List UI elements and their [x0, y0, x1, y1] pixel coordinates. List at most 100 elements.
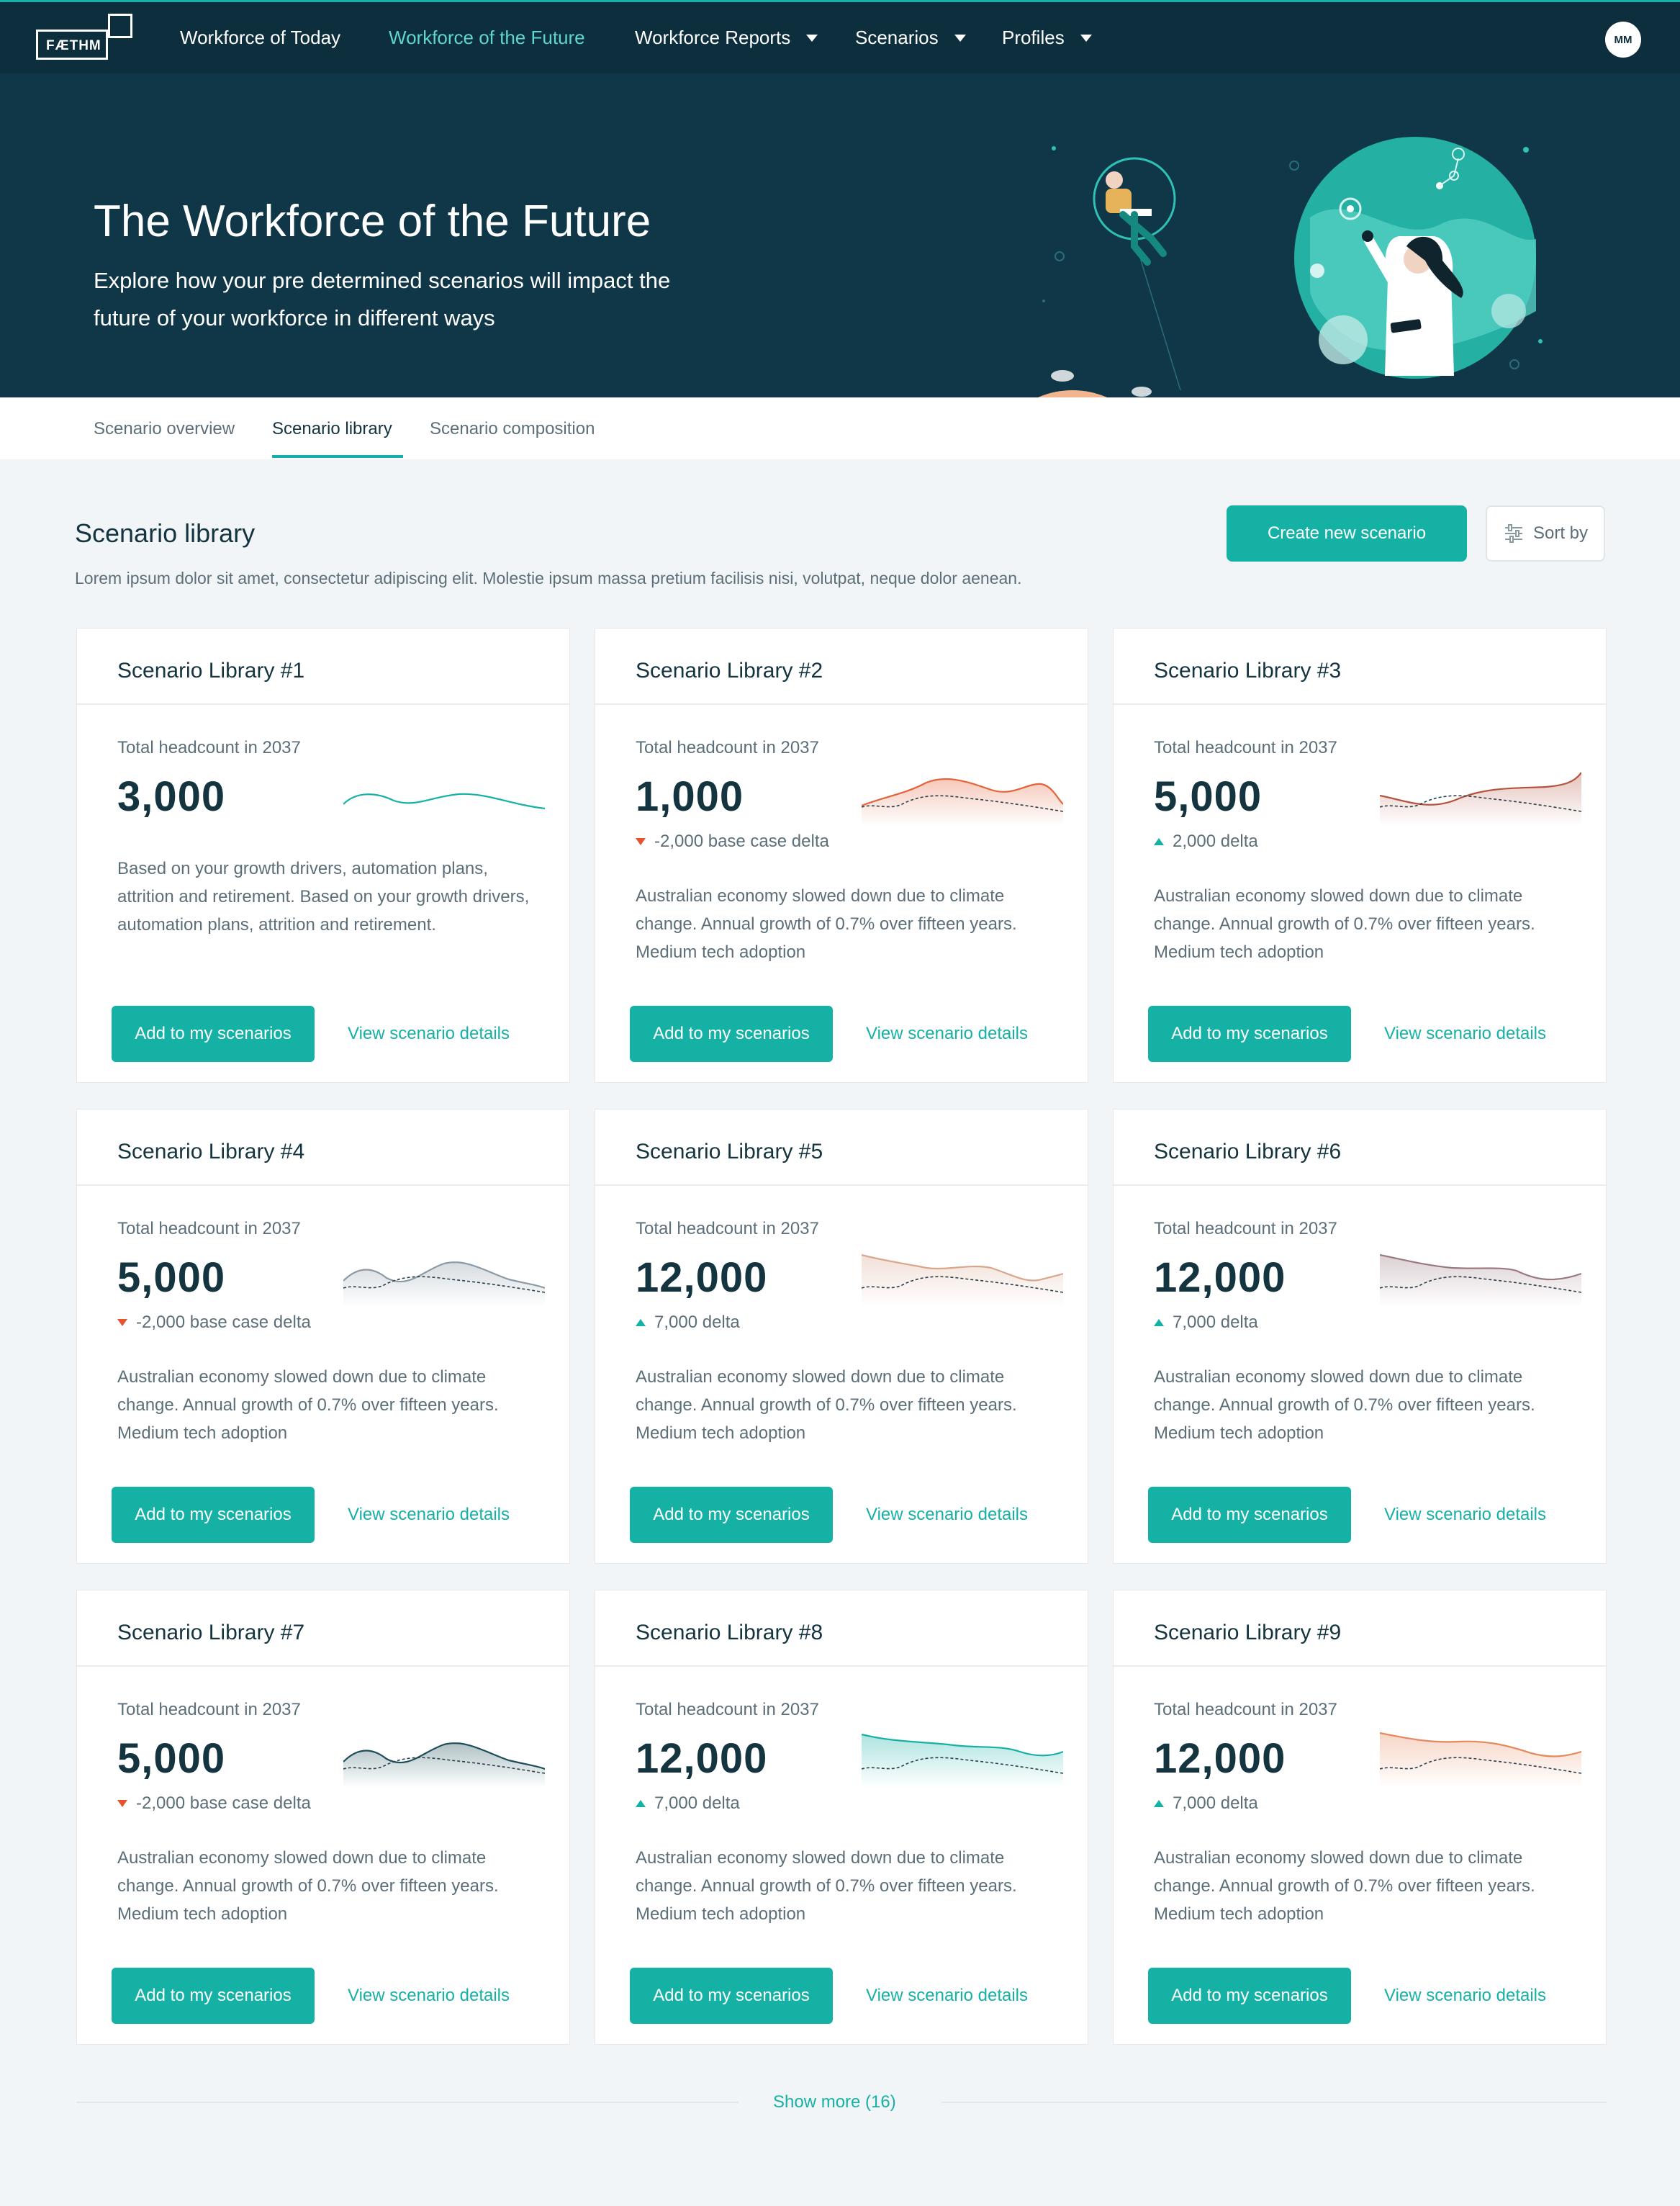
card-description: Based on your growth drivers, automation…	[117, 859, 530, 935]
view-scenario-details-link[interactable]: View scenario details	[1384, 1024, 1546, 1044]
headcount-value: 12,000	[636, 1254, 768, 1301]
nav-label: Workforce of Today	[180, 27, 341, 48]
active-tab-indicator	[272, 455, 403, 458]
sparkline-area	[1380, 1255, 1581, 1307]
card-header: Scenario Library #4	[77, 1109, 569, 1186]
headcount-value: 5,000	[117, 1735, 226, 1782]
delta-indicator: 7,000 delta	[636, 1313, 740, 1333]
create-new-scenario-button[interactable]: Create new scenario	[1227, 505, 1467, 562]
page-subtitle: Explore how your pre determined scenario…	[94, 268, 671, 330]
sliders-icon	[1504, 524, 1522, 543]
nav-label: Workforce of the Future	[389, 27, 585, 48]
nav-profiles[interactable]: Profiles	[1002, 27, 1092, 49]
delta-text: 2,000 delta	[1173, 832, 1258, 851]
sparkline-area	[343, 1743, 545, 1788]
nav-label: Scenarios	[855, 27, 939, 48]
headcount-value: 12,000	[636, 1735, 768, 1782]
scenario-card: Scenario Library #4 Total headcount in 2…	[76, 1109, 570, 1564]
add-to-my-scenarios-button[interactable]: Add to my scenarios	[112, 1487, 315, 1543]
metric-label: Total headcount in 2037	[1154, 738, 1337, 757]
nav-scenarios[interactable]: Scenarios	[855, 27, 966, 49]
delta-text: 7,000 delta	[1173, 1793, 1258, 1813]
hero-banner: The Workforce of the Future Explore how …	[0, 73, 1680, 397]
headcount-value: 12,000	[1154, 1254, 1286, 1301]
delta-text: 7,000 delta	[1173, 1313, 1258, 1332]
card-description: Australian economy slowed down due to cl…	[636, 886, 1017, 962]
view-scenario-details-link[interactable]: View scenario details	[1384, 1505, 1546, 1525]
add-to-my-scenarios-button[interactable]: Add to my scenarios	[1148, 1006, 1351, 1062]
nav-workforce-of-today[interactable]: Workforce of Today	[180, 27, 340, 49]
view-scenario-details-link[interactable]: View scenario details	[866, 1986, 1028, 2006]
tab-scenario-composition[interactable]: Scenario composition	[430, 419, 595, 439]
faethm-logo[interactable]: FÆTHM	[36, 14, 134, 61]
add-to-my-scenarios-button[interactable]: Add to my scenarios	[630, 1968, 833, 2024]
add-to-my-scenarios-button[interactable]: Add to my scenarios	[630, 1006, 833, 1062]
add-to-my-scenarios-button[interactable]: Add to my scenarios	[630, 1487, 833, 1543]
chevron-down-icon	[806, 34, 818, 42]
card-description: Australian economy slowed down due to cl…	[636, 1367, 1017, 1443]
sparkline-area	[862, 1734, 1063, 1788]
card-title: Scenario Library #7	[117, 1621, 305, 1644]
logo-text: FÆTHM	[46, 38, 101, 53]
user-avatar[interactable]: MM	[1605, 22, 1641, 58]
card-title: Scenario Library #3	[1154, 659, 1342, 683]
delta-text: -2,000 base case delta	[136, 1793, 311, 1813]
delta-text: -2,000 base case delta	[654, 832, 829, 851]
sparkline-area	[343, 1262, 545, 1307]
card-title: Scenario Library #1	[117, 659, 305, 683]
delta-indicator: -2,000 base case delta	[636, 832, 829, 852]
metric-label: Total headcount in 2037	[636, 1700, 819, 1719]
delta-indicator: 2,000 delta	[1154, 832, 1258, 852]
arrow-up-icon	[636, 1319, 646, 1326]
card-description: Australian economy slowed down due to cl…	[117, 1367, 499, 1443]
arrow-down-icon	[117, 1800, 127, 1807]
metric-label: Total headcount in 2037	[117, 1700, 301, 1719]
view-scenario-details-link[interactable]: View scenario details	[348, 1505, 510, 1525]
card-title: Scenario Library #4	[117, 1140, 305, 1163]
tab-scenario-library[interactable]: Scenario library	[272, 419, 392, 439]
sort-by-button[interactable]: Sort by	[1486, 505, 1605, 562]
metric-label: Total headcount in 2037	[1154, 1219, 1337, 1238]
arrow-down-icon	[636, 838, 646, 845]
card-header: Scenario Library #5	[595, 1109, 1088, 1186]
delta-text: 7,000 delta	[654, 1313, 740, 1332]
add-to-my-scenarios-button[interactable]: Add to my scenarios	[112, 1006, 315, 1062]
delta-indicator: 7,000 delta	[636, 1793, 740, 1814]
add-to-my-scenarios-button[interactable]: Add to my scenarios	[1148, 1968, 1351, 2024]
headcount-value: 3,000	[117, 773, 226, 820]
nav-label: Workforce Reports	[635, 27, 791, 48]
metric-label: Total headcount in 2037	[1154, 1700, 1337, 1719]
arrow-up-icon	[1154, 838, 1164, 845]
sparkline-area	[1380, 773, 1581, 826]
sparkline-chart	[1380, 1253, 1581, 1307]
scenario-card: Scenario Library #9 Total headcount in 2…	[1113, 1590, 1607, 2045]
sparkline-chart	[1380, 772, 1581, 826]
add-to-my-scenarios-button[interactable]: Add to my scenarios	[112, 1968, 315, 2024]
headcount-value: 5,000	[1154, 773, 1263, 820]
card-header: Scenario Library #3	[1114, 629, 1606, 705]
sparkline-chart	[1380, 1732, 1581, 1788]
view-scenario-details-link[interactable]: View scenario details	[866, 1024, 1028, 1044]
tab-scenario-overview[interactable]: Scenario overview	[94, 419, 235, 439]
hero-illustration	[1038, 137, 1543, 397]
scenario-card: Scenario Library #2 Total headcount in 2…	[595, 628, 1088, 1083]
card-header: Scenario Library #1	[77, 629, 569, 705]
tab-bar: Scenario overview Scenario library Scena…	[0, 397, 1680, 459]
card-description: Australian economy slowed down due to cl…	[1154, 1367, 1535, 1443]
scenario-card: Scenario Library #1 Total headcount in 2…	[76, 628, 570, 1083]
chevron-down-icon	[1080, 34, 1092, 42]
section-description: Lorem ipsum dolor sit amet, consectetur …	[75, 569, 1022, 587]
nav-workforce-reports[interactable]: Workforce Reports	[635, 27, 818, 49]
add-to-my-scenarios-button[interactable]: Add to my scenarios	[1148, 1487, 1351, 1543]
headcount-value: 1,000	[636, 773, 744, 820]
card-header: Scenario Library #8	[595, 1590, 1088, 1667]
view-scenario-details-link[interactable]: View scenario details	[348, 1024, 510, 1044]
view-scenario-details-link[interactable]: View scenario details	[348, 1986, 510, 2006]
view-scenario-details-link[interactable]: View scenario details	[1384, 1986, 1546, 2006]
view-scenario-details-link[interactable]: View scenario details	[866, 1505, 1028, 1525]
card-header: Scenario Library #2	[595, 629, 1088, 705]
page-title: The Workforce of the Future	[94, 197, 651, 246]
nav-workforce-of-the-future[interactable]: Workforce of the Future	[389, 27, 585, 49]
card-description: Australian economy slowed down due to cl…	[117, 1848, 499, 1924]
show-more-link[interactable]: Show more (16)	[773, 2092, 896, 2112]
